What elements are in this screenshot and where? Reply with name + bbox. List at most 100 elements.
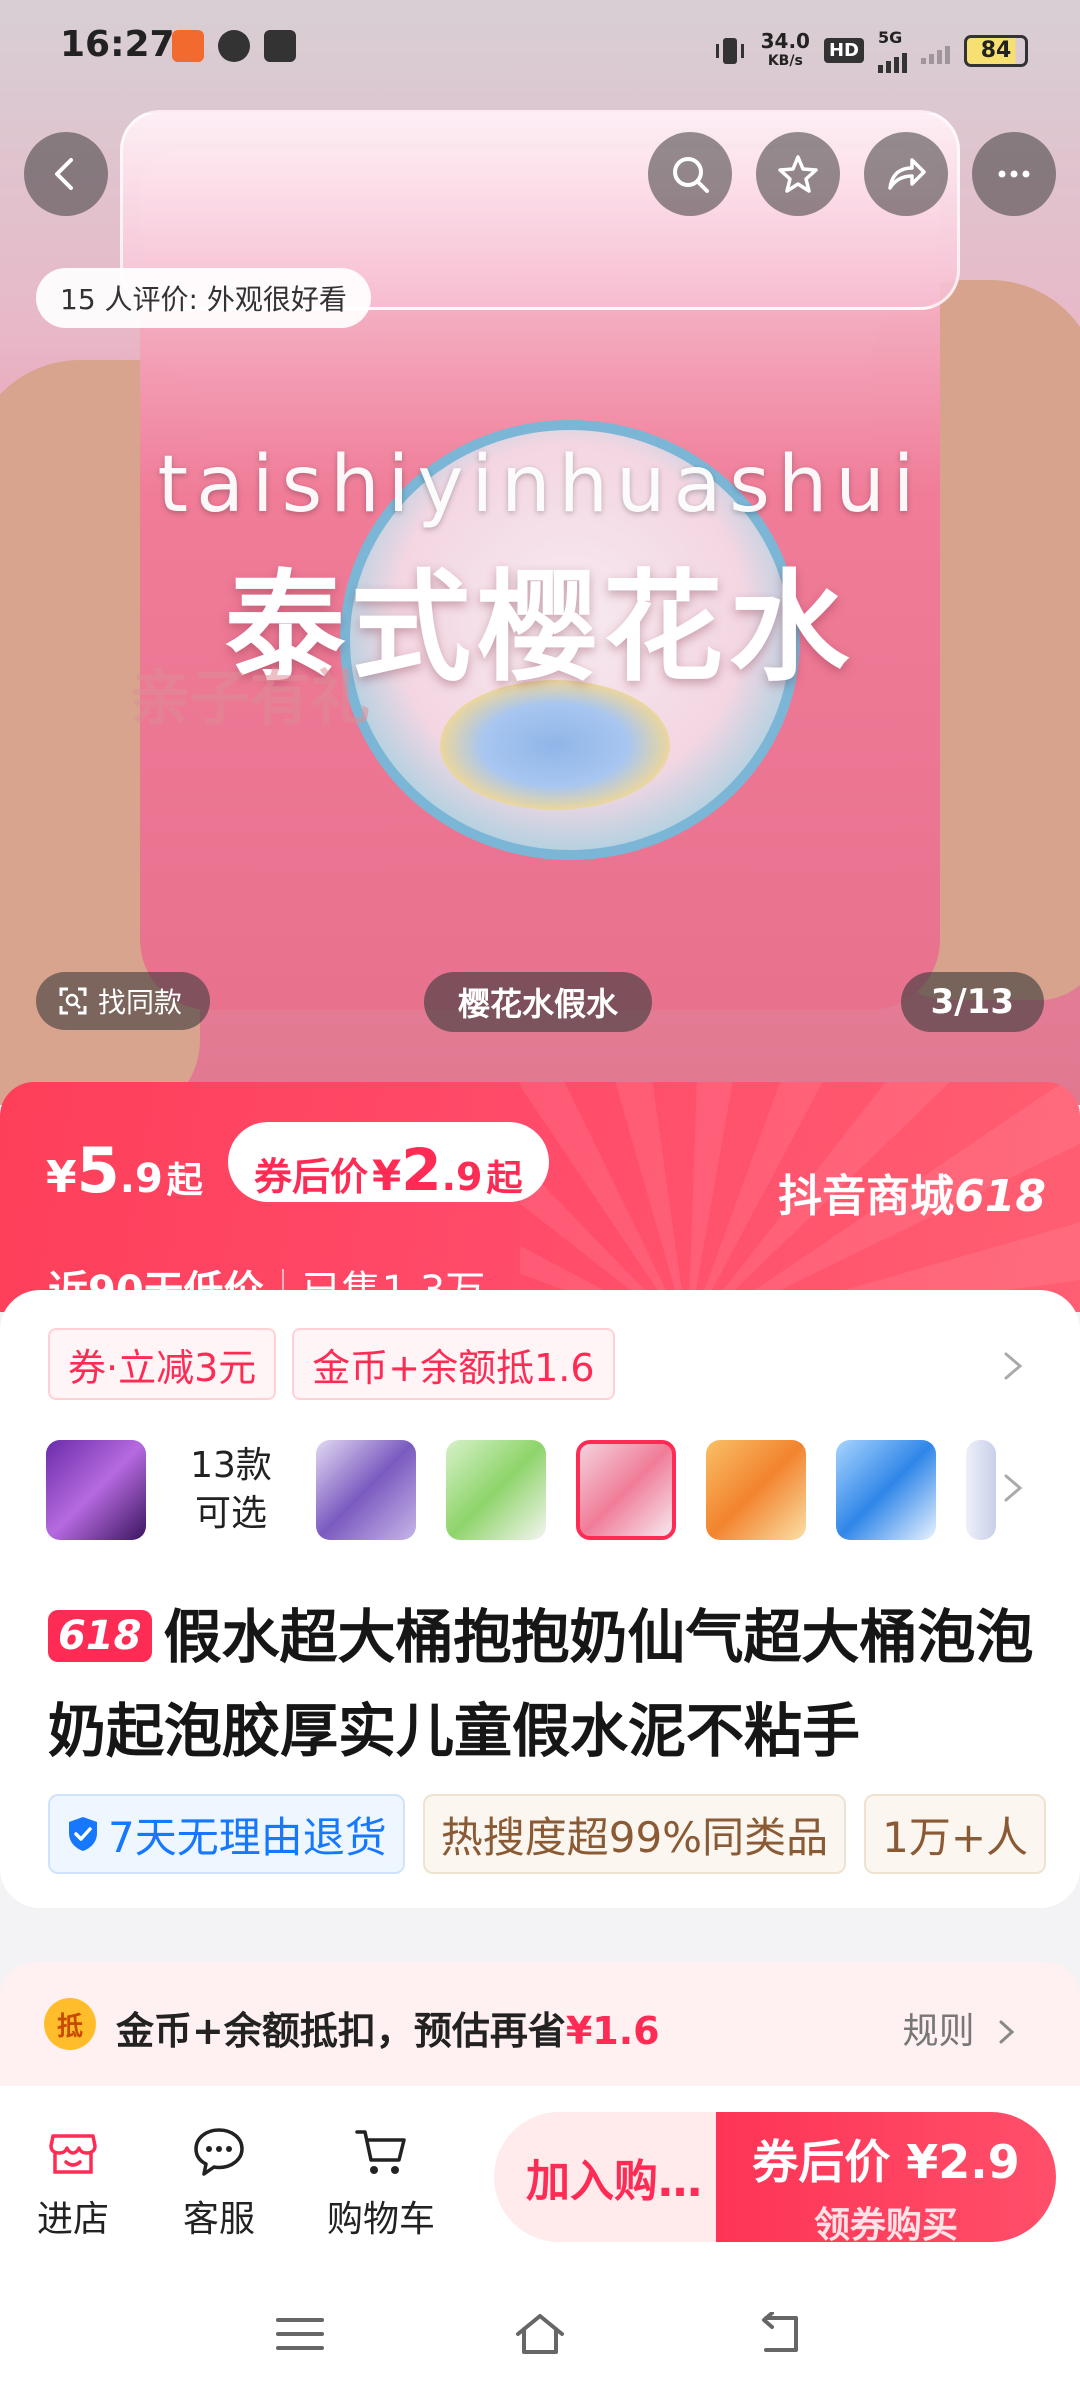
favorite-button[interactable] — [756, 132, 840, 216]
buyers-count-tag[interactable]: 1万+人 — [864, 1794, 1047, 1874]
menu-icon[interactable] — [272, 2312, 328, 2356]
bottom-action-bar: 进店 客服 购物车 加入购… 券后价 ¥2.9 领券购买 — [0, 2086, 1080, 2256]
variant-swatch-green[interactable] — [446, 1440, 546, 1540]
618-badge: 618 — [48, 1610, 152, 1662]
find-similar-button[interactable]: 找同款 — [36, 972, 211, 1030]
shop-icon — [49, 2134, 97, 2174]
signal-bars-icon — [878, 47, 907, 73]
shop-label: 进店 — [36, 2199, 109, 2240]
buy-with-coupon-button[interactable]: 券后价 ¥2.9 领券购买 — [716, 2112, 1056, 2246]
signal-5g: 5G — [878, 28, 907, 73]
image-watermark: 亲子有礼 — [130, 664, 370, 734]
rules-chevron-right-icon — [999, 2020, 1015, 2044]
network-type: 5G — [878, 28, 903, 47]
deduction-coin-icon: 抵 — [44, 1998, 96, 2050]
coupon-price-currency: ¥ — [372, 1151, 402, 1200]
more-icon — [998, 170, 1030, 178]
scan-icon — [59, 987, 87, 1015]
mall-name: 抖音商城 — [778, 1171, 955, 1222]
product-detail-page: taishiyinhuashui 泰式樱花水 亲子有礼 16:27 34.0 K… — [0, 0, 1080, 2404]
more-button[interactable] — [972, 132, 1056, 216]
variant-count[interactable]: 13款 可选 — [176, 1442, 286, 1538]
variant-swatch-partial[interactable] — [966, 1440, 996, 1540]
product-title: 618 假水超大桶抱抱奶仙气超大桶泡泡奶起泡胶厚实儿童假水泥不粘手 — [48, 1590, 1048, 1778]
mail-notification-icon — [264, 30, 296, 62]
add-to-cart-button[interactable]: 加入购… — [494, 2112, 734, 2242]
product-title-text: 假水超大桶抱抱奶仙气超大桶泡泡奶起泡胶厚实儿童假水泥不粘手 — [48, 1603, 1034, 1765]
rules-label: 规则 — [902, 2011, 975, 2052]
net-speed-unit: KB/s — [767, 52, 803, 69]
variant-swatch-orange[interactable] — [706, 1440, 806, 1540]
cart-button[interactable]: 购物车 — [316, 2124, 446, 2242]
variant-swatch-lavender[interactable] — [316, 1440, 416, 1540]
image-page-indicator: 3/13 — [900, 972, 1044, 1032]
shop-button[interactable]: 进店 — [18, 2124, 128, 2242]
rules-link[interactable]: 规则 — [903, 2002, 1018, 2054]
coin-deduction-text: 金币+余额抵扣，预估再省¥1.6 — [116, 2000, 660, 2055]
variant-count-number: 13款 — [190, 1445, 272, 1486]
net-speed: 34.0 KB/s — [761, 31, 810, 71]
coupon-price-decimal: .9 — [441, 1155, 483, 1199]
home-icon[interactable] — [512, 2312, 568, 2356]
back-icon — [55, 158, 73, 190]
coupon-price-suffix: 起 — [486, 1158, 523, 1199]
price-currency: ¥ — [46, 1152, 77, 1203]
review-summary-pill[interactable]: 15 人评价: 外观很好看 — [36, 268, 371, 328]
customer-service-button[interactable]: 客服 — [164, 2124, 274, 2242]
chat-bubble-icon — [194, 2128, 244, 2176]
vibrate-icon — [715, 37, 744, 64]
shield-check-icon — [69, 1817, 97, 1851]
coupon-price-integer: 2 — [401, 1136, 442, 1204]
variant-name-pill[interactable]: 樱花水假水 — [424, 972, 653, 1032]
coupon-price-label: 券后价 — [254, 1155, 369, 1199]
shopping-cart-icon — [355, 2130, 406, 2174]
product-info-card: 券·立减3元 金币+余额抵1.6 13款 可选 618 假水超大桶抱抱奶仙气超大桶… — [0, 1290, 1080, 1908]
hd-badge: HD — [823, 38, 864, 63]
search-icon — [673, 157, 709, 193]
hot-search-tag[interactable]: 热搜度超99%同类品 — [422, 1794, 847, 1874]
return-policy-label: 7天无理由退货 — [108, 1812, 387, 1862]
back-button[interactable] — [24, 132, 108, 216]
battery-indicator: 84 — [964, 34, 1028, 67]
promo-tags[interactable]: 券·立减3元 金币+余额抵1.6 — [48, 1328, 615, 1400]
share-button[interactable] — [864, 132, 948, 216]
service-tags[interactable]: 7天无理由退货 热搜度超99%同类品 1万+人 — [48, 1794, 1058, 1874]
share-icon — [888, 158, 926, 190]
net-speed-value: 34.0 — [760, 28, 810, 53]
favorite-star-icon — [778, 155, 818, 193]
system-navigation-bar — [0, 2256, 1080, 2404]
price-suffix: 起 — [166, 1160, 203, 1201]
status-bar: 16:27 34.0 KB/s HD 5G 84 — [0, 0, 1080, 96]
coin-deduction-label: 金币+余额抵扣，预估再省 — [116, 2009, 566, 2053]
price-banner: ¥ 5 .9 起 券后价 ¥ 2 .9 起 抖音商城618 近90天低价 已售1… — [0, 1082, 1080, 1312]
find-similar-label: 找同款 — [98, 986, 183, 1019]
coin-deduction-bar[interactable]: 抵 金币+余额抵扣，预估再省¥1.6 规则 — [0, 1962, 1080, 2086]
coin-deduction-amount: ¥1.6 — [565, 2009, 660, 2053]
variant-swatch-pink-selected[interactable] — [576, 1440, 676, 1540]
price-integer: 5 — [76, 1134, 120, 1207]
return-policy-tag[interactable]: 7天无理由退货 — [48, 1794, 405, 1874]
variant-swatches: 13款 可选 — [46, 1440, 996, 1540]
cart-label: 购物车 — [326, 2199, 435, 2240]
mall-event: 618 — [954, 1171, 1046, 1222]
price-decimal: .9 — [119, 1156, 163, 1202]
notification-icons — [172, 30, 296, 62]
app-notification-icon — [218, 30, 250, 62]
original-price: ¥ 5 .9 起 — [46, 1134, 203, 1207]
variants-chevron-right-icon[interactable] — [998, 1468, 1028, 1508]
buy-button-price: 券后价 ¥2.9 — [752, 2135, 1020, 2189]
buy-button-label: 领券购买 — [813, 2205, 958, 2246]
variant-swatch-purple[interactable] — [46, 1440, 146, 1540]
variant-swatch-blue[interactable] — [836, 1440, 936, 1540]
coupon-discount-tag[interactable]: 券·立减3元 — [48, 1328, 277, 1400]
coin-balance-tag[interactable]: 金币+余额抵1.6 — [292, 1328, 615, 1400]
status-right-icons: 34.0 KB/s HD 5G 84 — [713, 28, 1028, 73]
coupon-price-pill[interactable]: 券后价 ¥ 2 .9 起 — [228, 1122, 549, 1204]
douyin-mall-618-logo: 抖音商城618 — [778, 1160, 1046, 1224]
customer-service-label: 客服 — [182, 2199, 255, 2240]
search-button[interactable] — [648, 132, 732, 216]
taobao-notification-icon — [172, 30, 204, 62]
back-nav-icon[interactable] — [752, 2312, 808, 2356]
variant-count-label: 可选 — [194, 1493, 267, 1534]
chevron-right-icon[interactable] — [998, 1346, 1028, 1386]
